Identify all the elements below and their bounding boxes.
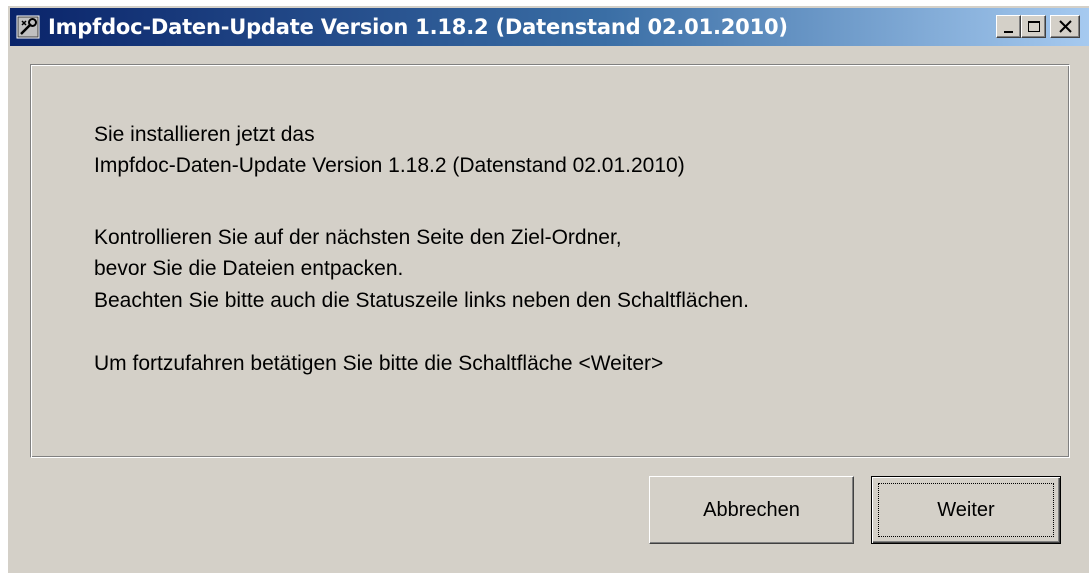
maximize-icon [1028, 21, 1040, 32]
setup-wrench-icon [16, 15, 40, 39]
minimize-icon [1004, 31, 1013, 33]
close-button[interactable] [1050, 15, 1080, 38]
cancel-button[interactable]: Abbrechen [649, 476, 854, 544]
cancel-button-label: Abbrechen [703, 498, 800, 521]
close-icon [1059, 20, 1072, 33]
installer-window: Impfdoc-Daten-Update Version 1.18.2 (Dat… [8, 6, 1089, 573]
maximize-button[interactable] [1021, 15, 1046, 38]
continue-hint-text: Um fortzufahren betätigen Sie bitte die … [94, 352, 664, 375]
intro-text: Sie installieren jetzt das [94, 123, 315, 146]
window-title: Impfdoc-Daten-Update Version 1.18.2 (Dat… [48, 15, 788, 39]
statusline-hint-text: Beachten Sie bitte auch die Statuszeile … [94, 289, 749, 312]
version-text: Impfdoc-Daten-Update Version 1.18.2 (Dat… [94, 154, 685, 177]
next-button-label: Weiter [937, 498, 995, 521]
instruction-text: Kontrollieren Sie auf der nächsten Seite… [94, 226, 622, 249]
title-bar[interactable]: Impfdoc-Daten-Update Version 1.18.2 (Dat… [10, 8, 1089, 46]
instruction-text-2: bevor Sie die Dateien entpacken. [94, 257, 404, 280]
next-button[interactable]: Weiter [871, 476, 1061, 544]
minimize-button[interactable] [996, 15, 1021, 38]
